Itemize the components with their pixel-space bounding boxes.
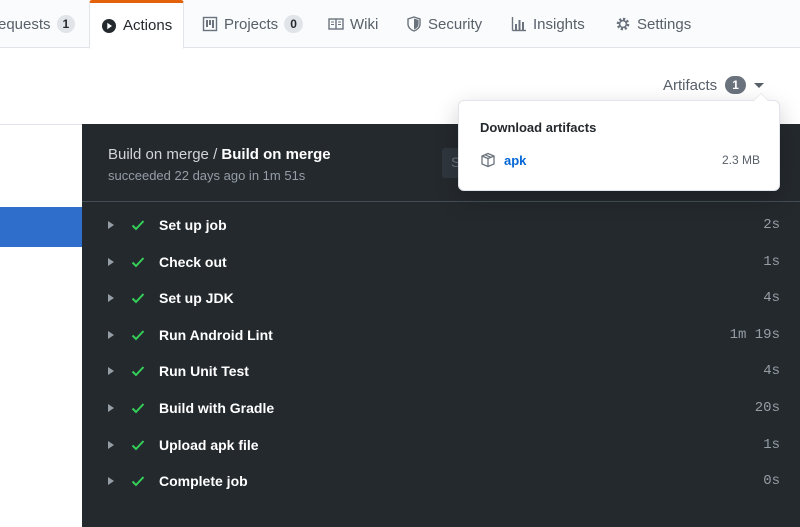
check-icon (130, 254, 146, 270)
artifact-size: 2.3 MB (721, 153, 760, 167)
tab-actions[interactable]: Actions (89, 0, 185, 49)
workflow-sidebar (0, 124, 82, 527)
tab-label: Actions (123, 17, 173, 34)
step-duration: 4s (763, 363, 780, 380)
step-name: Check out (159, 253, 227, 270)
chevron-down-icon (753, 82, 764, 88)
project-icon (202, 16, 218, 32)
workflow-name: Build on merge (108, 146, 209, 163)
artifacts-toggle[interactable]: Artifacts 1 (663, 76, 764, 94)
tab-pull-requests[interactable]: equests 1 (0, 0, 76, 48)
step-name: Set up job (159, 217, 227, 233)
step-name: Complete job (159, 473, 248, 490)
log-step-row[interactable]: Build with Gradle 20s (82, 390, 800, 426)
artifact-link[interactable]: apk (504, 153, 526, 168)
expand-arrow-icon[interactable] (108, 440, 114, 449)
tab-label: Settings (637, 15, 692, 33)
artifacts-label: Artifacts (663, 76, 718, 94)
log-step-row[interactable]: Set up job 2s (82, 207, 800, 243)
dropdown-title: Download artifacts (480, 120, 597, 135)
shield-icon (406, 16, 422, 32)
step-name: Build with Gradle (159, 400, 275, 416)
tab-label: Projects (224, 15, 279, 33)
log-step-row[interactable]: Set up JDK 4s (82, 280, 800, 316)
job-name: Build on merge (221, 146, 331, 163)
job-status: succeeded 22 days ago in 1m 51s (108, 168, 306, 183)
step-duration: 2s (763, 217, 780, 233)
step-name: Run Unit Test (159, 363, 249, 380)
tab-label: Insights (533, 15, 585, 33)
log-step-row[interactable]: Run Android Lint 1m 19s (82, 317, 800, 353)
check-icon (130, 217, 146, 233)
check-icon (130, 437, 146, 453)
expand-arrow-icon[interactable] (108, 367, 114, 376)
play-icon (101, 18, 117, 34)
job-title: Build on merge / Build on merge (108, 146, 331, 163)
expand-arrow-icon[interactable] (108, 404, 114, 412)
expand-arrow-icon[interactable] (108, 221, 114, 229)
artifacts-counter: 1 (725, 76, 746, 94)
tab-counter: 0 (284, 15, 303, 33)
expand-arrow-icon[interactable] (108, 257, 114, 266)
step-name: Upload apk file (159, 436, 259, 453)
title-separator: / (208, 146, 222, 163)
check-icon (130, 473, 146, 489)
sidebar-item-active-job[interactable] (0, 207, 82, 247)
check-icon (130, 327, 146, 343)
check-icon (130, 400, 146, 416)
expand-arrow-icon[interactable] (108, 294, 114, 303)
check-icon (130, 363, 146, 379)
log-step-row[interactable]: Upload apk file 1s (82, 427, 800, 463)
step-duration: 0s (763, 473, 780, 490)
tab-label: Security (428, 15, 483, 33)
artifacts-dropdown: Download artifacts apk 2.3 MB (458, 93, 780, 191)
package-icon (480, 152, 496, 168)
gear-icon (615, 16, 631, 32)
check-icon (130, 290, 146, 306)
tab-security[interactable]: Security (406, 0, 482, 48)
tab-settings[interactable]: Settings (615, 0, 691, 48)
tab-wiki[interactable]: Wiki (328, 0, 378, 48)
repo-tabbar: equests 1 Actions Projects 0 Wiki Securi… (0, 0, 800, 49)
book-icon (328, 16, 344, 32)
tab-insights[interactable]: Insights (511, 0, 585, 48)
log-step-row[interactable]: Run Unit Test 4s (82, 353, 800, 389)
expand-arrow-icon[interactable] (108, 477, 114, 486)
artifact-item[interactable]: apk 2.3 MB (480, 151, 760, 169)
tab-label: equests (0, 15, 51, 33)
step-name: Run Android Lint (159, 326, 273, 343)
step-duration: 4s (763, 290, 780, 307)
step-duration: 1s (763, 253, 780, 270)
graph-icon (511, 16, 527, 32)
tab-projects[interactable]: Projects 0 (202, 0, 303, 48)
step-name: Set up JDK (159, 290, 234, 307)
step-duration: 1s (763, 436, 780, 453)
step-duration: 20s (754, 400, 780, 416)
tab-label: Wiki (350, 15, 379, 33)
step-duration: 1m 19s (729, 326, 780, 343)
expand-arrow-icon[interactable] (108, 330, 114, 339)
log-step-row[interactable]: Check out 1s (82, 244, 800, 280)
log-step-row[interactable]: Complete job 0s (82, 463, 800, 499)
tab-counter: 1 (56, 15, 76, 33)
